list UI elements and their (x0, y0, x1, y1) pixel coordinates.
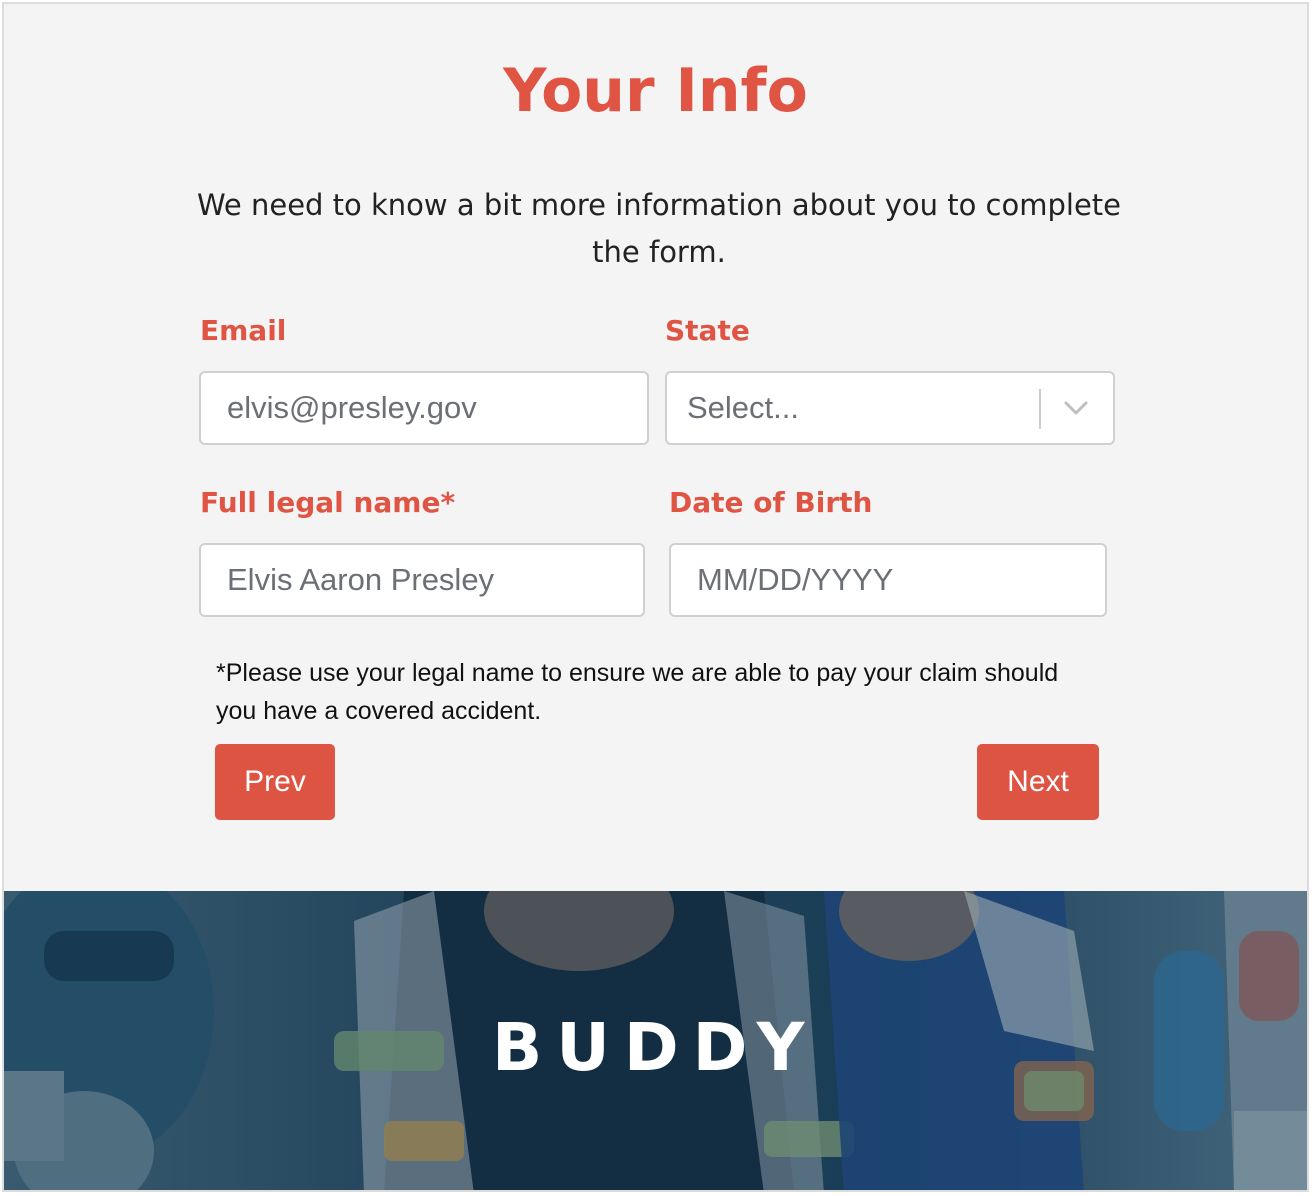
email-field[interactable]: elvis@presley.gov (199, 371, 649, 445)
full-name-value: Elvis Aaron Presley (227, 562, 495, 597)
chevron-down-icon[interactable] (1063, 397, 1089, 419)
dob-label: Date of Birth (669, 486, 873, 519)
state-selected-value: Select... (687, 390, 799, 425)
next-button[interactable]: Next (977, 744, 1099, 820)
full-name-label: Full legal name* (200, 486, 456, 519)
select-separator (1039, 389, 1041, 429)
dob-field[interactable]: MM/DD/YYYY (669, 543, 1107, 617)
state-select[interactable]: Select... (665, 371, 1115, 445)
logo-text: BUDDY (492, 1012, 818, 1076)
dob-placeholder: MM/DD/YYYY (697, 562, 894, 597)
intro-text: We need to know a bit more information a… (196, 188, 1122, 269)
buddy-logo: BUDDY (492, 1012, 818, 1076)
full-name-field[interactable]: Elvis Aaron Presley (199, 543, 645, 617)
prev-button[interactable]: Prev (215, 744, 335, 820)
state-label: State (665, 314, 750, 347)
page-title: Your Info (503, 56, 808, 126)
email-label: Email (200, 314, 287, 347)
legal-name-note: *Please use your legal name to ensure we… (216, 659, 1059, 725)
email-value: elvis@presley.gov (227, 390, 477, 425)
form-card: Your Info We need to know a bit more inf… (2, 2, 1309, 1192)
